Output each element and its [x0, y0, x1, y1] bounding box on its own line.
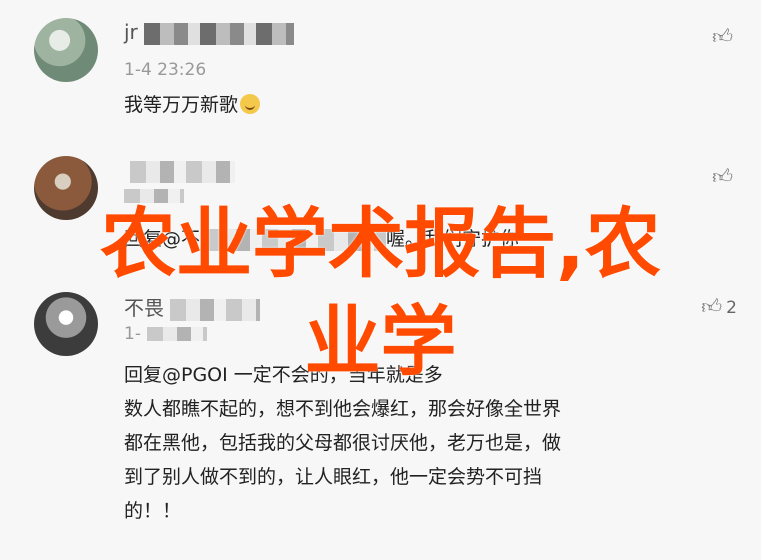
comment-text: 我等万万新歌 — [124, 88, 261, 122]
comment-line: 都在黑他，包括我的父母都很讨厌他，老万也是，做 — [124, 432, 562, 454]
avatar[interactable] — [34, 18, 98, 82]
comment-item: jr 1-4 23:26 我等万万新歌 👍︎ — [0, 0, 761, 150]
comment-username[interactable]: jr — [124, 20, 294, 45]
overlay-line-1: 农业学术报告,农 — [100, 199, 661, 288]
thumbs-up-icon: 👍︎ — [712, 24, 733, 48]
like-button[interactable]: 👍︎ — [712, 164, 737, 189]
username-blur — [143, 22, 294, 45]
comment-text-content: 我等万万新歌 — [124, 94, 239, 116]
comment-time: 1-4 23:26 — [124, 60, 207, 80]
comment-line: 到了别人做不到的，让人眼红，他一定会势不可挡 — [124, 466, 543, 488]
like-button[interactable]: 👍︎ — [712, 24, 737, 49]
username-text: jr — [124, 20, 138, 44]
comment-username[interactable] — [124, 158, 235, 183]
overlay-title: 农业学术报告,农 业学 — [0, 195, 761, 391]
overlay-line-2: 业学 — [304, 297, 457, 386]
comment-line: 数人都瞧不起的，想不到他会爆红，那会好像全世界 — [124, 398, 562, 420]
smile-emoji-icon — [240, 94, 261, 114]
thumbs-up-icon: 👍︎ — [712, 164, 733, 188]
comment-line: 的！！ — [124, 500, 182, 522]
username-blur — [130, 160, 235, 183]
